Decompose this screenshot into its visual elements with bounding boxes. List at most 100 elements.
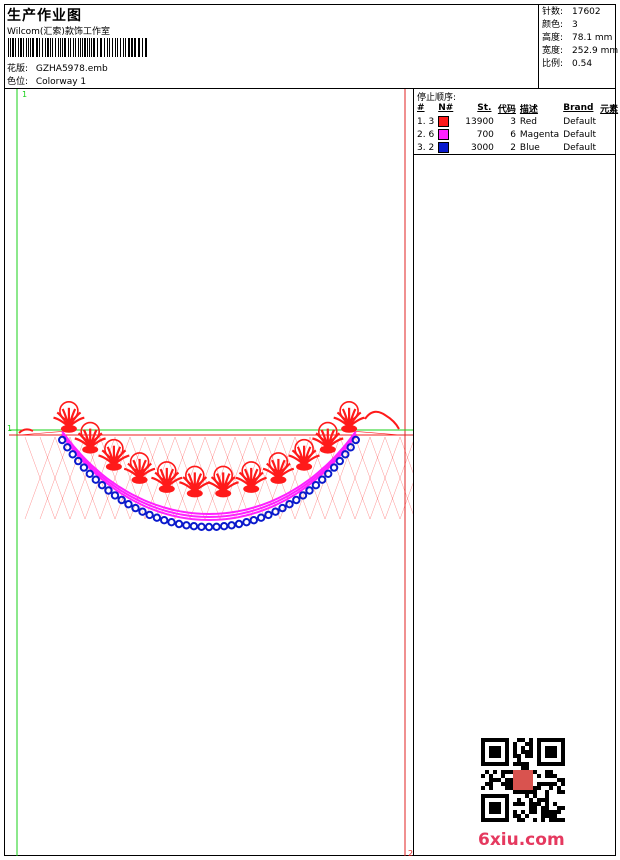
- barcode-bar: [45, 38, 46, 57]
- color-swatch-cell: [436, 141, 463, 154]
- barcode-bar: [107, 38, 108, 57]
- qr-module: [489, 774, 493, 778]
- col-needle: N#: [438, 103, 454, 113]
- color-desc: Blue: [519, 142, 540, 153]
- qr-module: [549, 810, 553, 814]
- qr-module: [505, 782, 509, 786]
- blue-picot: [341, 450, 350, 459]
- design-canvas[interactable]: 1 1 2: [5, 89, 413, 856]
- table-row[interactable]: 3. 2 3000 2 Blue Default: [415, 141, 620, 154]
- red-shell-motif: [53, 400, 85, 433]
- barcode-bar: [50, 38, 51, 57]
- barcode-bar: [131, 38, 133, 57]
- lace-net-thread: [399, 436, 413, 474]
- barcode-bar: [70, 38, 71, 57]
- col-stitches: St.: [477, 103, 492, 113]
- barcode-bar: [55, 38, 56, 57]
- col-desc: 描述: [519, 104, 538, 115]
- sidebar-divider: [413, 88, 414, 856]
- barcode-bar: [93, 38, 95, 57]
- qr-module: [521, 810, 525, 814]
- barcode-bar: [58, 38, 59, 57]
- stat-label: 高度:: [542, 33, 564, 43]
- barcode-bar: [30, 38, 31, 57]
- qr-module: [557, 810, 561, 814]
- blue-picot: [152, 513, 162, 522]
- color-brand: Default: [563, 116, 597, 127]
- shell-base: [105, 462, 122, 471]
- qr-module: [525, 790, 529, 794]
- qr-module: [513, 746, 517, 750]
- barcode-bar: [80, 38, 81, 57]
- qr-module: [525, 750, 529, 754]
- qr-module: [545, 802, 549, 806]
- blue-picot: [318, 475, 327, 484]
- stop-index: 1. 3: [417, 116, 435, 127]
- qr-module: [553, 802, 557, 806]
- blue-picot: [298, 491, 308, 500]
- color-code: 6: [510, 129, 516, 140]
- barcode-bar: [10, 38, 11, 57]
- blue-picot: [204, 522, 214, 532]
- blue-picot: [85, 469, 95, 478]
- barcode-bar: [28, 38, 29, 57]
- qr-module: [541, 814, 545, 818]
- qr-module: [505, 786, 509, 790]
- blue-picot: [242, 518, 251, 527]
- table-row[interactable]: 1. 3 13900 3 Red Default: [415, 115, 620, 128]
- lace-embroidery-design: [18, 400, 413, 532]
- qr-module: [561, 790, 565, 794]
- qr-module: [541, 806, 545, 810]
- stitch-count: 700: [476, 129, 494, 140]
- qr-module: [553, 782, 557, 786]
- qr-module: [525, 754, 529, 758]
- qr-module: [509, 782, 513, 786]
- qr-module: [481, 774, 485, 778]
- qr-finder-core: [545, 746, 557, 758]
- qr-module: [545, 790, 549, 794]
- blue-picot: [145, 510, 154, 520]
- stat-value: 17602: [572, 7, 601, 17]
- blue-picot: [311, 481, 321, 490]
- barcode-bar: [125, 38, 126, 57]
- qr-module: [553, 814, 557, 818]
- barcode-bar: [68, 38, 69, 57]
- table-row[interactable]: 2. 6 700 6 Magenta Default: [415, 128, 620, 141]
- barcode-bar: [109, 38, 110, 57]
- lace-net-thread: [399, 482, 413, 520]
- qr-module: [557, 778, 561, 782]
- qr-module: [513, 790, 517, 794]
- barcode-bar: [134, 38, 136, 57]
- qr-module: [521, 802, 525, 806]
- qr-module: [521, 790, 525, 794]
- barcode-bar: [97, 38, 98, 57]
- qr-module: [517, 754, 521, 758]
- shell-base: [158, 484, 175, 493]
- color-brand: Default: [563, 142, 597, 153]
- qr-module: [533, 770, 537, 774]
- qr-module: [525, 766, 529, 770]
- table-divider: [413, 154, 616, 155]
- qr-module: [505, 770, 509, 774]
- barcode-bar: [75, 38, 76, 57]
- barcode-bar: [78, 38, 79, 57]
- blue-picot: [160, 516, 169, 525]
- stat-scale: 比例: 0.54: [542, 58, 618, 71]
- design-file-row: 花版: GZHA5978.emb: [7, 61, 108, 74]
- barcode-bar: [89, 38, 90, 57]
- qr-module: [545, 770, 549, 774]
- color-code: 3: [510, 116, 516, 127]
- qr-module: [517, 738, 521, 742]
- blue-picot: [63, 443, 72, 452]
- barcode-bar: [15, 38, 16, 57]
- blue-picot: [256, 513, 266, 522]
- barcode-bar: [112, 38, 113, 57]
- qr-module: [521, 762, 525, 766]
- qr-module: [485, 782, 489, 786]
- blue-picot: [227, 521, 236, 530]
- qr-module: [549, 818, 553, 822]
- qr-module: [493, 778, 497, 782]
- stat-label: 颜色:: [542, 20, 564, 30]
- watermark-brand: 6xiu.com: [478, 830, 565, 850]
- stop-index: 3. 2: [417, 142, 435, 153]
